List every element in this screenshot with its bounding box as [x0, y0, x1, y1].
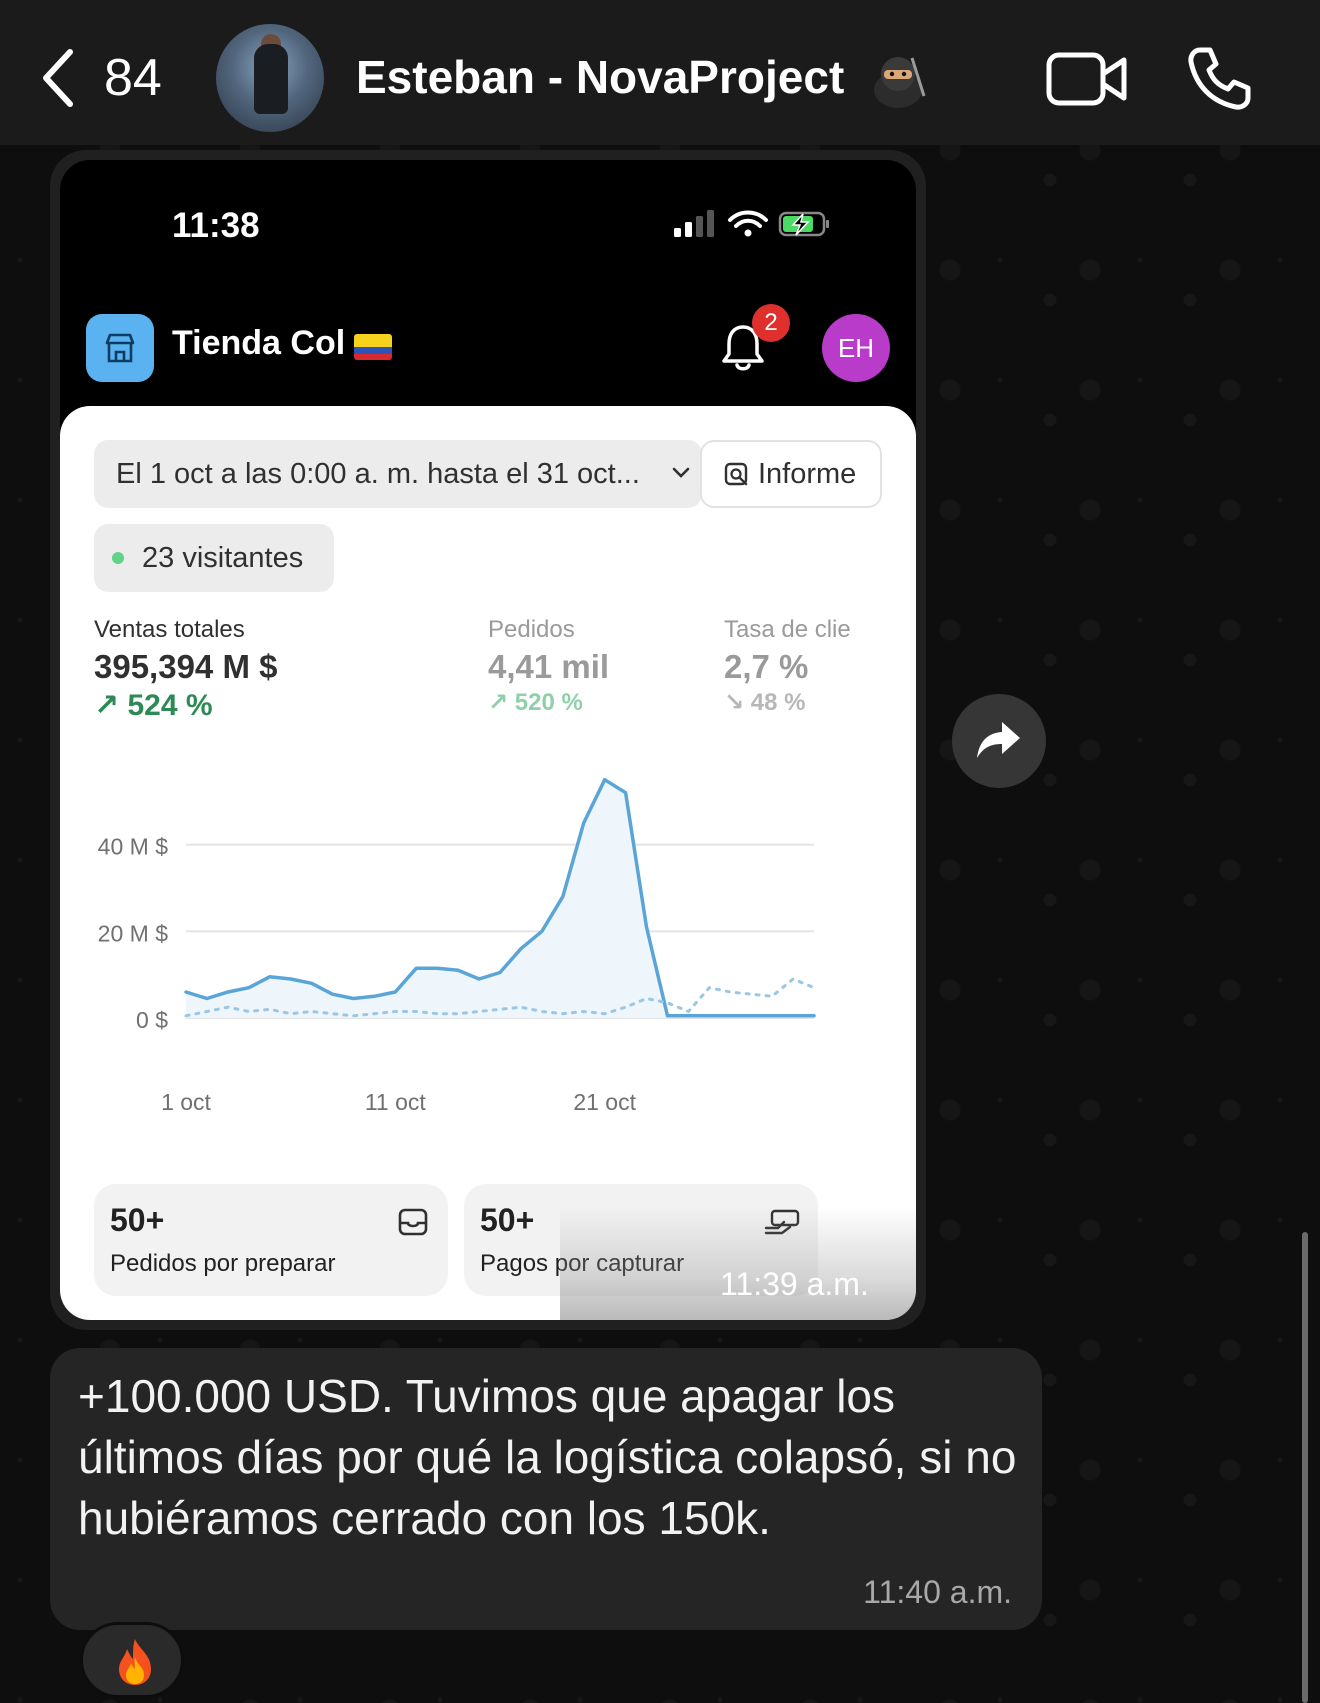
status-bar-time: 11:38	[172, 206, 260, 245]
metric-total-sales[interactable]: Ventas totales 395,394 M $ ↗ 524 %	[94, 616, 277, 723]
x-tick-label: 21 oct	[573, 1089, 636, 1115]
back-chevron-icon[interactable]	[38, 48, 78, 108]
status-bar-icons	[674, 210, 829, 237]
metric-label: Pedidos	[488, 616, 575, 643]
forward-button[interactable]	[952, 694, 1046, 788]
text-message-bubble[interactable]: +100.000 USD. Tuvimos que apagar los últ…	[50, 1348, 1042, 1630]
message-reaction[interactable]	[80, 1622, 184, 1698]
y-tick-label: 0 $	[136, 1007, 168, 1033]
y-tick-label: 20 M $	[98, 920, 169, 946]
message-timestamp: 11:40 a.m.	[863, 1574, 1012, 1610]
tile-number: 50+	[480, 1202, 535, 1238]
x-tick-label: 11 oct	[365, 1089, 427, 1115]
metric-change: ↗ 520 %	[488, 689, 583, 716]
contact-name[interactable]: Esteban - NovaProject	[356, 50, 844, 104]
metric-change: ↘ 48 %	[724, 689, 806, 716]
tile-label: Pedidos por preparar	[110, 1250, 336, 1277]
voice-call-icon[interactable]	[1186, 46, 1252, 112]
chevron-down-icon	[672, 467, 690, 478]
image-timestamp: 11:39 a.m.	[720, 1266, 869, 1302]
live-dot-icon	[112, 552, 124, 564]
colombia-flag-icon	[354, 334, 392, 360]
chat-header: 84 Esteban - NovaProject	[0, 0, 1320, 145]
metric-value: 395,394 M $	[94, 648, 278, 685]
store-name[interactable]: Tienda Col	[172, 324, 345, 363]
analytics-card: El 1 oct a las 0:00 a. m. hasta el 31 oc…	[60, 406, 916, 1320]
fire-emoji-icon	[119, 1639, 151, 1685]
ninja-emoji-icon	[874, 57, 926, 108]
scrollbar[interactable]	[1302, 1232, 1308, 1703]
inbox-icon	[398, 1208, 428, 1236]
metric-label: Ventas totales	[94, 616, 245, 643]
series-area	[186, 779, 814, 1018]
metric-label: Tasa de clie	[724, 616, 851, 643]
report-label: Informe	[758, 458, 857, 490]
store-icon	[105, 333, 135, 363]
report-search-icon	[724, 462, 748, 486]
tile-orders-to-prepare[interactable]: 50+ Pedidos por preparar	[94, 1184, 448, 1296]
x-tick-label: 1 oct	[161, 1089, 211, 1115]
metric-value: 2,7 %	[724, 648, 809, 685]
notification-badge: 2	[752, 304, 790, 342]
video-call-icon[interactable]	[1046, 50, 1128, 108]
date-range-selector[interactable]: El 1 oct a las 0:00 a. m. hasta el 31 oc…	[94, 440, 702, 508]
message-text: +100.000 USD. Tuvimos que apagar los últ…	[78, 1370, 1017, 1544]
metric-rate[interactable]: Tasa de clie 2,7 % ↘ 48 %	[724, 616, 851, 717]
y-tick-label: 40 M $	[98, 834, 169, 860]
shared-screenshot[interactable]: 11:38 Tienda Col 2 EH El 1 oct a las 0:0…	[60, 160, 916, 1320]
tile-number: 50+	[110, 1202, 165, 1238]
contact-avatar[interactable]	[216, 24, 324, 132]
metric-orders[interactable]: Pedidos 4,41 mil ↗ 520 %	[488, 616, 609, 717]
unread-count[interactable]: 84	[104, 48, 162, 108]
metric-change: ↗ 524 %	[94, 689, 213, 722]
store-logo[interactable]	[86, 314, 154, 382]
date-range-text: El 1 oct a las 0:00 a. m. hasta el 31 oc…	[116, 458, 640, 490]
visitors-badge[interactable]: 23 visitantes	[94, 524, 334, 592]
forward-arrow-icon	[977, 722, 1020, 758]
sales-line-chart: 0 $ 20 M $ 40 M $ 1 oct 11 oct 21 oct	[98, 777, 816, 1115]
user-avatar[interactable]: EH	[822, 314, 890, 382]
visitors-count: 23 visitantes	[142, 542, 304, 574]
metric-value: 4,41 mil	[488, 648, 610, 685]
report-button[interactable]: Informe	[700, 440, 882, 508]
